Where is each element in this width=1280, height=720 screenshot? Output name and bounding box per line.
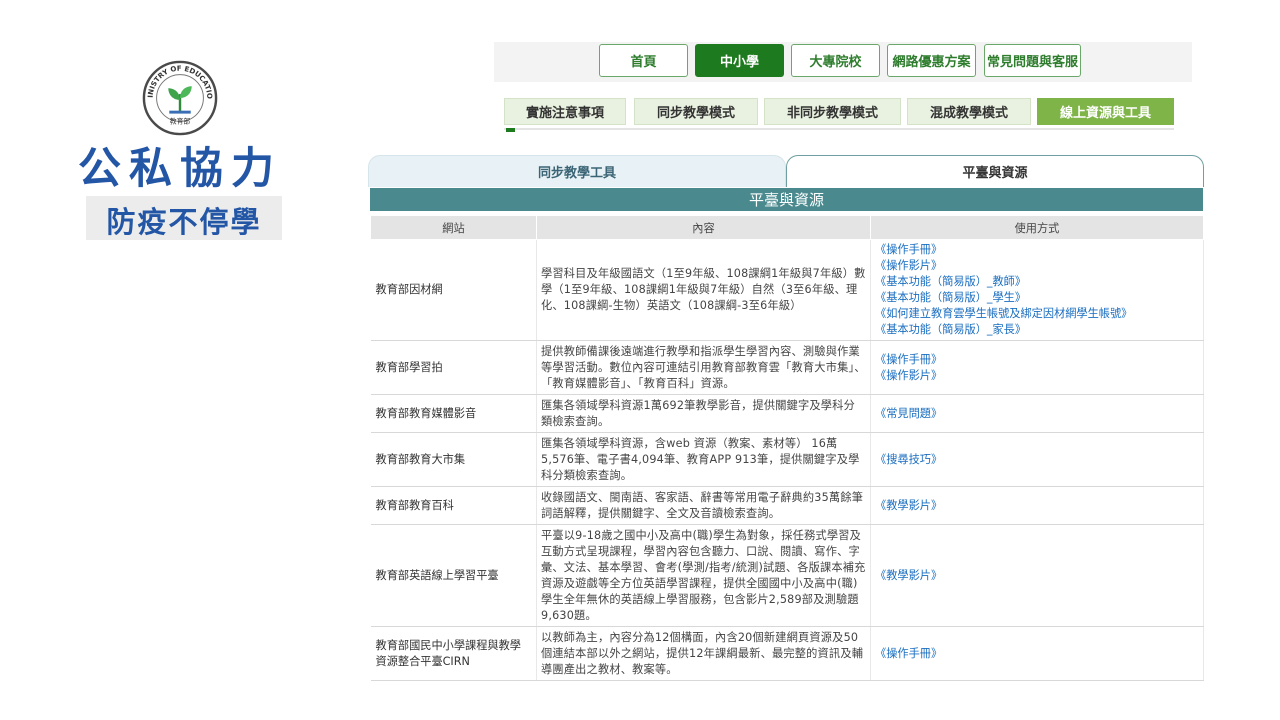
subnav-online-resources[interactable]: 線上資源與工具: [1037, 98, 1174, 125]
table-row: 教育部因材網 學習科目及年級國語文（1至9年級、108課綱1年級與7年級）數學（…: [370, 239, 1204, 341]
column-header-site: 網站: [370, 215, 537, 240]
usage-cell: 《教學影片》: [870, 524, 1204, 627]
usage-link[interactable]: 《如何建立教育雲學生帳號及綁定因材網學生帳號》: [875, 306, 1199, 322]
site-name: 教育部學習拍: [370, 340, 537, 395]
subnav-notes[interactable]: 實施注意事項: [504, 98, 626, 125]
site-content: 匯集各領域學科資源1萬692筆教學影音，提供關鍵字及學科分類檢索查詢。: [536, 394, 871, 433]
ministry-seal-icon: MINISTRY OF EDUCATION 教育部: [141, 59, 218, 136]
column-header-content: 內容: [536, 215, 871, 240]
site-content: 匯集各領域學科資源，含web 資源（教案、素材等） 16萬5,576筆、電子書4…: [536, 432, 871, 487]
usage-link[interactable]: 《操作手冊》: [875, 352, 1199, 368]
usage-cell: 《教學影片》: [870, 486, 1204, 525]
nav-faq-support[interactable]: 常見問題與客服: [984, 44, 1081, 77]
usage-link[interactable]: 《操作手冊》: [875, 242, 1199, 258]
sub-nav: 實施注意事項 同步教學模式 非同步教學模式 混成教學模式 線上資源與工具: [504, 98, 1174, 132]
site-name: 教育部教育百科: [370, 486, 537, 525]
usage-link[interactable]: 《教學影片》: [875, 498, 1199, 514]
subnav-divider: [504, 128, 1174, 130]
usage-link[interactable]: 《基本功能（簡易版）_教師》: [875, 274, 1199, 290]
tab-sync-tools[interactable]: 同步教學工具: [368, 155, 786, 187]
usage-cell: 《搜尋技巧》: [870, 432, 1204, 487]
nav-home[interactable]: 首頁: [599, 44, 688, 77]
table-row: 教育部教育媒體影音 匯集各領域學科資源1萬692筆教學影音，提供關鍵字及學科分類…: [370, 394, 1204, 433]
usage-cell: 《操作手冊》 《操作影片》: [870, 340, 1204, 395]
table-row: 教育部學習拍 提供教師備課後遠端進行教學和指派學生學習內容、測驗與作業等學習活動…: [370, 340, 1204, 395]
subnav-blended-teaching[interactable]: 混成教學模式: [907, 98, 1031, 125]
site-name: 教育部國民中小學課程與教學資源整合平臺CIRN: [370, 626, 537, 681]
main-nav: 首頁 中小學 大專院校 網路優惠方案 常見問題與客服: [494, 42, 1192, 82]
table-header-row: 網站 內容 使用方式: [370, 215, 1204, 240]
brand-subtitle: 防疫不停學: [106, 205, 262, 239]
usage-cell: 《常見問題》: [870, 394, 1204, 433]
site-content: 提供教師備課後遠端進行教學和指派學生學習內容、測驗與作業等學習活動。數位內容可連…: [536, 340, 871, 395]
usage-link[interactable]: 《操作影片》: [875, 368, 1199, 384]
usage-link[interactable]: 《基本功能（簡易版）_家長》: [875, 322, 1199, 338]
usage-link[interactable]: 《教學影片》: [875, 568, 1199, 584]
tab-platforms-resources[interactable]: 平臺與資源: [786, 155, 1204, 187]
usage-link[interactable]: 《基本功能（簡易版）_學生》: [875, 290, 1199, 306]
svg-text:教育部: 教育部: [170, 116, 191, 125]
usage-cell: 《操作手冊》: [870, 626, 1204, 681]
subnav-async-teaching[interactable]: 非同步教學模式: [764, 98, 901, 125]
brand-title: 公私協力: [78, 144, 282, 194]
site-content: 學習科目及年級國語文（1至9年級、108課綱1年級與7年級）數學（1至9年級、1…: [536, 239, 871, 341]
logo: MINISTRY OF EDUCATION 教育部 公私協力 防疫不停學: [78, 56, 288, 246]
table-row: 教育部英語線上學習平臺 平臺以9-18歲之國中小及高中(職)學生為對象，採任務式…: [370, 524, 1204, 627]
site-content: 以教師為主，內容分為12個構面，內含20個新建網頁資源及50個連結本部以外之網站…: [536, 626, 871, 681]
nav-k12[interactable]: 中小學: [695, 44, 784, 77]
nav-network-offers[interactable]: 網路優惠方案: [887, 44, 976, 77]
usage-link[interactable]: 《搜尋技巧》: [875, 452, 1199, 468]
subnav-sync-teaching[interactable]: 同步教學模式: [634, 98, 758, 125]
usage-link[interactable]: 《常見問題》: [875, 406, 1199, 422]
site-content: 平臺以9-18歲之國中小及高中(職)學生為對象，採任務式學習及互動方式呈現課程，…: [536, 524, 871, 627]
site-content: 收錄國語文、閩南語、客家語、辭書等常用電子辭典約35萬餘筆詞語解釋，提供關鍵字、…: [536, 486, 871, 525]
table-row: 教育部國民中小學課程與教學資源整合平臺CIRN 以教師為主，內容分為12個構面，…: [370, 626, 1204, 681]
site-name: 教育部英語線上學習平臺: [370, 524, 537, 627]
subnav-marker: [506, 128, 515, 132]
usage-cell: 《操作手冊》 《操作影片》 《基本功能（簡易版）_教師》 《基本功能（簡易版）_…: [870, 239, 1204, 341]
table-row: 教育部教育百科 收錄國語文、閩南語、客家語、辭書等常用電子辭典約35萬餘筆詞語解…: [370, 486, 1204, 525]
site-name: 教育部教育大市集: [370, 432, 537, 487]
tab-row: 同步教學工具 平臺與資源: [368, 155, 1204, 187]
table-row: 教育部教育大市集 匯集各領域學科資源，含web 資源（教案、素材等） 16萬5,…: [370, 432, 1204, 487]
resource-table: 網站 內容 使用方式 教育部因材網 學習科目及年級國語文（1至9年級、108課綱…: [370, 215, 1204, 681]
usage-link[interactable]: 《操作手冊》: [875, 646, 1199, 662]
usage-link[interactable]: 《操作影片》: [875, 258, 1199, 274]
column-header-usage: 使用方式: [870, 215, 1204, 240]
nav-university[interactable]: 大專院校: [791, 44, 880, 77]
table-title: 平臺與資源: [370, 188, 1203, 211]
site-name: 教育部因材網: [370, 239, 537, 341]
site-name: 教育部教育媒體影音: [370, 394, 537, 433]
